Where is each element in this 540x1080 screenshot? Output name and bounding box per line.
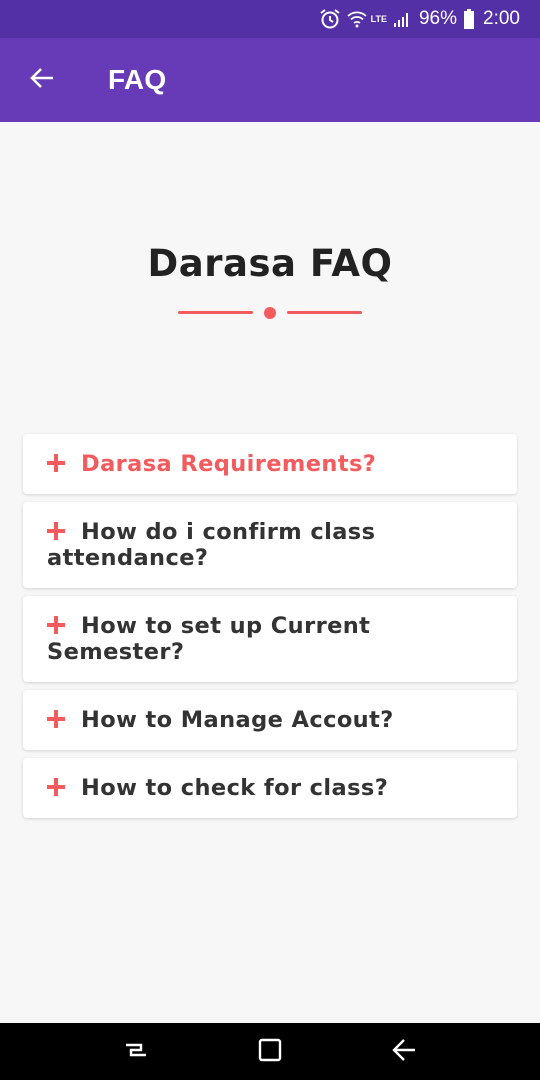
network-type-label: LTE	[370, 14, 387, 24]
faq-question: How to check for class?	[81, 775, 389, 801]
system-nav-bar	[0, 1023, 540, 1080]
faq-question: Darasa Requirements?	[81, 451, 377, 477]
battery-icon	[463, 9, 475, 29]
faq-item-manage-account[interactable]: How to Manage Accout?	[23, 690, 517, 750]
plus-icon	[47, 522, 65, 540]
back-icon	[390, 1037, 418, 1067]
faq-question: How to Manage Accout?	[81, 707, 394, 733]
system-back-button[interactable]	[337, 1023, 471, 1080]
home-icon	[257, 1037, 283, 1067]
plus-icon	[47, 778, 65, 796]
wifi-icon	[347, 10, 367, 28]
faq-question: How do i confirm class attendance?	[47, 519, 376, 571]
recents-button[interactable]	[69, 1023, 203, 1080]
alarm-icon	[319, 8, 341, 30]
plus-icon	[47, 454, 65, 472]
page-title: Darasa FAQ	[147, 242, 393, 285]
faq-item-current-semester[interactable]: How to set up Current Semester?	[23, 596, 517, 682]
app-bar-title: FAQ	[108, 64, 167, 95]
home-button[interactable]	[203, 1023, 337, 1080]
heading-divider	[178, 307, 362, 319]
plus-icon	[47, 710, 65, 728]
faq-list: Darasa Requirements? How do i confirm cl…	[23, 434, 517, 826]
arrow-left-icon	[29, 67, 55, 93]
faq-item-check-class[interactable]: How to check for class?	[23, 758, 517, 818]
clock: 2:00	[483, 8, 520, 29]
status-bar: LTE 96% 2:00	[0, 0, 540, 38]
plus-icon	[47, 616, 65, 634]
back-button[interactable]	[0, 38, 84, 122]
recents-icon	[123, 1037, 149, 1067]
faq-item-confirm-attendance[interactable]: How do i confirm class attendance?	[23, 502, 517, 588]
faq-question: How to set up Current Semester?	[47, 613, 371, 665]
battery-percent: 96%	[418, 8, 458, 29]
lte-signal-icon	[393, 10, 411, 28]
faq-item-requirements[interactable]: Darasa Requirements?	[23, 434, 517, 494]
app-bar: FAQ	[0, 38, 540, 122]
